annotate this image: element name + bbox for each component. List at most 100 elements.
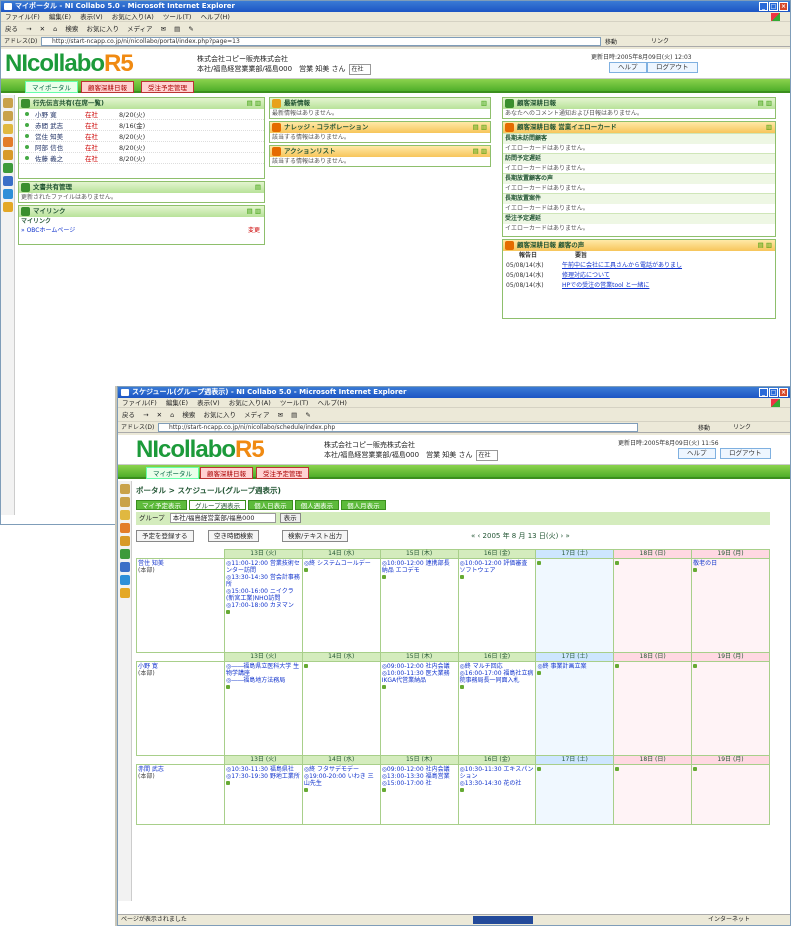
search-button[interactable]: 検索: [182, 411, 195, 419]
schedule-event[interactable]: ◎終 システムコールデー: [304, 560, 379, 567]
voice-row[interactable]: 05/08/14(水) 修理対応について: [503, 271, 775, 281]
schedule-event[interactable]: ◎19:00-20:00 いわき 三山先生: [304, 773, 379, 787]
menu-view[interactable]: 表示(V): [80, 13, 103, 21]
document-icon[interactable]: [3, 189, 13, 199]
menu-tools[interactable]: ツール(T): [163, 13, 192, 21]
edit-button[interactable]: ✎: [305, 411, 310, 419]
schedule-event[interactable]: 敬老の日: [693, 560, 768, 567]
close-button[interactable]: ×: [779, 2, 788, 11]
report-icon[interactable]: [3, 137, 13, 147]
day-header[interactable]: 16日 (金): [457, 652, 537, 662]
member-name[interactable]: 小野 寛: [138, 663, 223, 670]
panel-controls-icon[interactable]: ▥: [766, 122, 772, 133]
obc-homepage-link[interactable]: » OBCホームページ: [21, 227, 75, 234]
schedule-cell[interactable]: [613, 558, 693, 653]
links-button[interactable]: リンク: [651, 36, 669, 47]
edit-button[interactable]: ✎: [188, 25, 193, 33]
day-header[interactable]: 15日 (木): [379, 549, 459, 559]
menu-file[interactable]: ファイル(F): [5, 13, 40, 21]
panel-controls-icon[interactable]: ▤ ▥: [473, 146, 487, 157]
schedule-event[interactable]: ◎10:00-12:00 評価審査 ソフトウェア: [460, 560, 535, 574]
add-event-icon[interactable]: [381, 575, 386, 579]
schedule-cell[interactable]: ◎09:00-12:00 社内会議 ◎10:00-11:30 医大業務IKGA代営…: [379, 661, 459, 756]
search-button[interactable]: 検索: [65, 25, 78, 33]
attendance-row[interactable]: 阿部 信也 在社 8/20(火): [19, 142, 264, 153]
tab-daily-report[interactable]: 顧客深耕日報: [81, 81, 134, 93]
add-event-icon[interactable]: [303, 664, 308, 668]
attendance-row[interactable]: 佐藤 義之 在社 8/20(火): [19, 153, 264, 164]
media-button[interactable]: メディア: [127, 25, 153, 33]
favorites-button[interactable]: お気に入り: [203, 411, 236, 419]
schedule-event[interactable]: ◎09:00-12:00 社内会議: [382, 766, 457, 773]
stop-button[interactable]: ✕: [40, 25, 45, 33]
calendar-icon[interactable]: [3, 124, 13, 134]
menu-tools[interactable]: ツール(T): [280, 399, 309, 407]
add-event-icon[interactable]: [303, 788, 308, 792]
schedule-event[interactable]: ◎終 フタサデモデー: [304, 766, 379, 773]
mylink-edit-link[interactable]: 変更: [248, 226, 260, 235]
panel-controls-icon[interactable]: ▤ ▥: [758, 98, 772, 109]
day-header[interactable]: 14日 (水): [301, 652, 381, 662]
schedule-cell[interactable]: ◎――福島県立医科大学 生物学講座 ◎――福島地方法務局: [224, 661, 303, 756]
schedule-event[interactable]: ◎17:30-19:30 野地工業所: [226, 773, 301, 780]
free-time-search-button[interactable]: 空き時間検索: [208, 530, 259, 542]
panel-controls-icon[interactable]: ▤ ▥: [247, 206, 261, 217]
table-icon[interactable]: [3, 163, 13, 173]
note-icon[interactable]: [3, 150, 13, 160]
view-tab-my[interactable]: マイ予定表示: [136, 500, 187, 510]
schedule-cell[interactable]: ◎11:00-12:00 営業技術センター訪問 ◎13:30-14:30 営会計事…: [224, 558, 303, 653]
day-header[interactable]: 15日 (木): [379, 755, 459, 765]
add-event-icon[interactable]: [537, 561, 542, 565]
schedule-cell[interactable]: [535, 558, 615, 653]
schedule-event[interactable]: ◎――福島県立医科大学 生物学講座: [226, 663, 301, 677]
day-header[interactable]: 15日 (木): [379, 652, 459, 662]
bulb-icon[interactable]: [3, 202, 13, 212]
schedule-cell[interactable]: ◎終 システムコールデー: [301, 558, 381, 653]
day-header[interactable]: 17日 (土): [535, 549, 615, 559]
media-button[interactable]: メディア: [244, 411, 270, 419]
schedule-cell[interactable]: [613, 661, 693, 756]
logout-button[interactable]: ログアウト: [647, 62, 698, 73]
voice-row[interactable]: 05/08/14(水) 午前中に会社に工具さんから電話がありまし: [503, 261, 775, 271]
schedule-cell[interactable]: ◎終 事業計画立案: [535, 661, 615, 756]
schedule-cell[interactable]: 敬老の日: [691, 558, 770, 653]
links-button[interactable]: リンク: [733, 422, 751, 433]
add-event-icon[interactable]: [459, 685, 464, 689]
group-show-button[interactable]: 表示: [279, 513, 301, 523]
day-header[interactable]: 19日 (月): [691, 549, 770, 559]
day-header[interactable]: 13日 (火): [224, 652, 303, 662]
menu-edit[interactable]: 編集(E): [49, 13, 71, 21]
add-event-icon[interactable]: [693, 568, 698, 572]
mail-button[interactable]: ✉: [278, 411, 283, 419]
add-event-icon[interactable]: [381, 685, 386, 689]
day-header[interactable]: 18日 (日): [613, 652, 693, 662]
day-header[interactable]: 13日 (火): [224, 549, 303, 559]
register-schedule-button[interactable]: 予定を登録する: [136, 530, 194, 542]
add-event-icon[interactable]: [537, 671, 542, 675]
day-header[interactable]: 14日 (水): [301, 755, 381, 765]
tab-my-portal[interactable]: マイポータル: [25, 81, 78, 93]
panel-controls-icon[interactable]: ▤ ▥: [473, 122, 487, 133]
schedule-event[interactable]: ◎終 マルチ回応: [460, 663, 535, 670]
go-button[interactable]: 移動: [605, 37, 617, 48]
schedule-cell[interactable]: ◎10:00-12:00 評価審査 ソフトウェア: [457, 558, 537, 653]
day-header[interactable]: 13日 (火): [224, 755, 303, 765]
date-navigator[interactable]: « ‹ 2005 年 8 月 13 日(火) › »: [471, 531, 570, 541]
view-tab-personal-day[interactable]: 個人日表示: [248, 500, 293, 510]
search-export-button[interactable]: 検索/テキスト出力: [282, 530, 348, 542]
tab-daily-report[interactable]: 顧客深耕日報: [200, 467, 253, 479]
view-tab-personal-month[interactable]: 個人月表示: [341, 500, 386, 510]
print-button[interactable]: ▤: [174, 25, 180, 33]
schedule-event[interactable]: ◎10:30-11:30 福島県社: [226, 766, 301, 773]
attendance-row[interactable]: 赤間 武志 在社 8/16(金): [19, 120, 264, 131]
home-button[interactable]: ⌂: [53, 25, 57, 33]
menu-help[interactable]: ヘルプ(H): [201, 13, 230, 21]
schedule-event[interactable]: ◎16:00-17:00 福島社立病院事務局長一同面入札: [460, 670, 535, 684]
stop-button[interactable]: ✕: [157, 411, 162, 419]
schedule-event[interactable]: ◎13:30-14:30 花の社: [460, 780, 535, 787]
add-event-icon[interactable]: [615, 767, 620, 771]
minimize-button[interactable]: _: [759, 2, 768, 11]
schedule-cell[interactable]: ◎10:30-11:30 福島県社 ◎17:30-19:30 野地工業所: [224, 764, 303, 825]
panel-controls-icon[interactable]: ▤: [255, 182, 261, 193]
schedule-event[interactable]: ◎15:00-16:00 ニイクラ(新宮工業)NHO訪問: [226, 588, 301, 602]
